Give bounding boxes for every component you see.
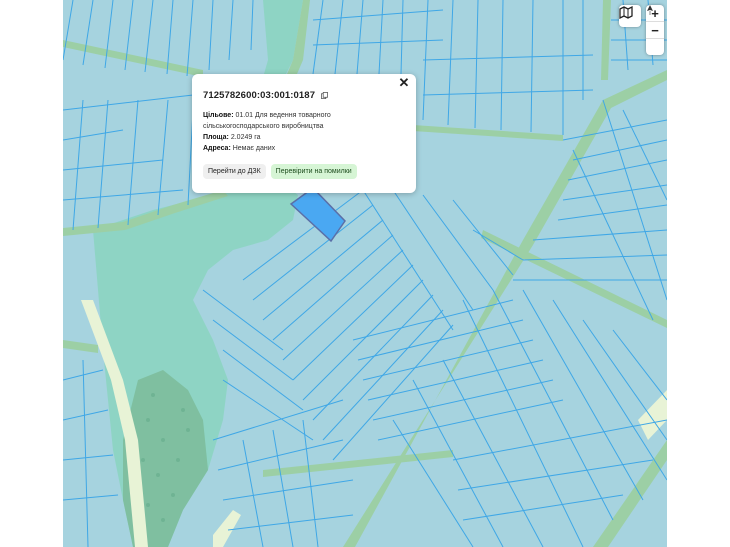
- parcel-popup: ✕ 7125782600:03:001:0187 Цільове: 01.01 …: [192, 74, 416, 193]
- purpose-label: Цільове:: [203, 112, 234, 119]
- area-label: Площа:: [203, 134, 229, 141]
- popup-actions: Перейти до ДЗК Перевірити на помилки: [203, 164, 406, 179]
- go-to-dzk-button[interactable]: Перейти до ДЗК: [203, 164, 266, 179]
- area-value: 2.0249 га: [230, 134, 261, 141]
- popup-title-row: 7125782600:03:001:0187: [203, 90, 406, 101]
- north-arrow-icon: [647, 5, 653, 15]
- zoom-out-button[interactable]: −: [646, 22, 664, 39]
- map-layers-icon: [619, 5, 633, 19]
- zoom-controls: + −: [646, 5, 664, 55]
- copy-icon[interactable]: [321, 92, 328, 99]
- layers-button[interactable]: [619, 5, 641, 27]
- cadastral-number: 7125782600:03:001:0187: [203, 90, 316, 101]
- address-label: Адреса:: [203, 145, 231, 152]
- reset-north-button[interactable]: [646, 5, 664, 55]
- purpose-row: Цільове: 01.01 Для ведення товарного сіл…: [203, 110, 406, 132]
- area-row: Площа: 2.0249 га: [203, 132, 406, 143]
- check-errors-button[interactable]: Перевірити на помилки: [270, 164, 357, 179]
- address-value: Немає даних: [232, 145, 276, 152]
- close-icon[interactable]: ✕: [397, 76, 411, 90]
- address-row: Адреса: Немає даних: [203, 143, 406, 154]
